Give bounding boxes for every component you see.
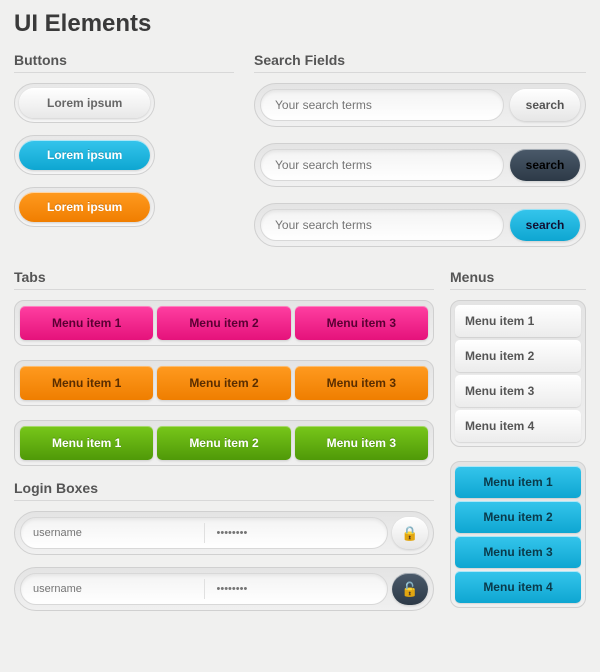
search-field-3: search	[254, 203, 586, 247]
search-heading: Search Fields	[254, 52, 586, 68]
vertical-menu-light: Menu item 1 Menu item 2 Menu item 3 Menu…	[450, 300, 586, 447]
unlock-icon: 🔓	[401, 581, 418, 598]
menu-item[interactable]: Menu item 1	[455, 305, 581, 337]
username-field[interactable]	[21, 574, 204, 604]
login-heading: Login Boxes	[14, 480, 434, 496]
tab-item[interactable]: Menu item 2	[157, 366, 290, 400]
tabs-heading: Tabs	[14, 269, 434, 285]
search-input[interactable]	[260, 209, 504, 241]
pill-button-white[interactable]: Lorem ipsum	[19, 88, 150, 118]
divider	[450, 289, 586, 290]
tab-item[interactable]: Menu item 2	[157, 306, 290, 340]
search-input[interactable]	[260, 149, 504, 181]
vertical-menu-cyan: Menu item 1 Menu item 2 Menu item 3 Menu…	[450, 461, 586, 608]
lock-button-light[interactable]: 🔒	[392, 517, 428, 549]
search-field-1: search	[254, 83, 586, 127]
username-field[interactable]	[21, 518, 204, 548]
menu-item[interactable]: Menu item 2	[455, 501, 581, 533]
pill-button-orange[interactable]: Lorem ipsum	[19, 192, 150, 222]
password-field[interactable]	[205, 518, 388, 548]
search-field-2: search	[254, 143, 586, 187]
login-box-dark: 🔓	[14, 567, 434, 611]
tab-item[interactable]: Menu item 1	[20, 426, 153, 460]
divider	[14, 289, 434, 290]
password-field[interactable]	[205, 574, 388, 604]
lock-icon: 🔒	[401, 525, 418, 542]
tabs-orange: Menu item 1 Menu item 2 Menu item 3	[14, 360, 434, 406]
tabs-pink: Menu item 1 Menu item 2 Menu item 3	[14, 300, 434, 346]
menu-item[interactable]: Menu item 3	[455, 375, 581, 407]
divider	[14, 72, 234, 73]
menus-heading: Menus	[450, 269, 586, 285]
tab-item[interactable]: Menu item 3	[295, 306, 428, 340]
search-button-white[interactable]: search	[510, 89, 580, 121]
menu-item[interactable]: Menu item 1	[455, 466, 581, 498]
menu-item[interactable]: Menu item 4	[455, 410, 581, 442]
tab-item[interactable]: Menu item 2	[157, 426, 290, 460]
tab-item[interactable]: Menu item 1	[20, 366, 153, 400]
page-title: UI Elements	[14, 10, 586, 38]
tab-item[interactable]: Menu item 3	[295, 366, 428, 400]
search-button-cyan[interactable]: search	[510, 209, 580, 241]
search-input[interactable]	[260, 89, 504, 121]
divider	[14, 500, 434, 501]
tabs-green: Menu item 1 Menu item 2 Menu item 3	[14, 420, 434, 466]
lock-button-dark[interactable]: 🔓	[392, 573, 428, 605]
menu-item[interactable]: Menu item 2	[455, 340, 581, 372]
tab-item[interactable]: Menu item 3	[295, 426, 428, 460]
pill-button-blue[interactable]: Lorem ipsum	[19, 140, 150, 170]
login-box-light: 🔒	[14, 511, 434, 555]
menu-item[interactable]: Menu item 3	[455, 536, 581, 568]
menu-item[interactable]: Menu item 4	[455, 571, 581, 603]
search-button-dark[interactable]: search	[510, 149, 580, 181]
buttons-heading: Buttons	[14, 52, 234, 68]
tab-item[interactable]: Menu item 1	[20, 306, 153, 340]
divider	[254, 72, 586, 73]
